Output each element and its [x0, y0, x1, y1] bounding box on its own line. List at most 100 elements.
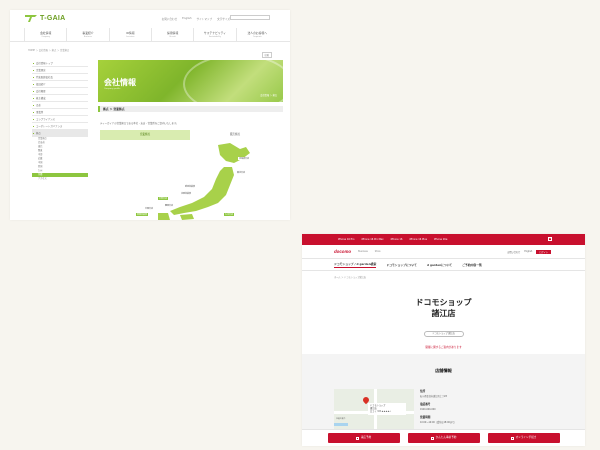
page-banner: 会社情報 Company profile 会社情報 ＞ 拠点	[98, 60, 283, 102]
page-title: 会社情報	[104, 78, 136, 87]
global-nav: ドコモショップ / d garden検索 ドコモショップについて d garde…	[302, 259, 585, 271]
site-logo[interactable]: T-GAIA	[24, 13, 66, 23]
nav-item-about-dgarden[interactable]: d gardenについて	[427, 263, 452, 267]
nav-item-about-shop[interactable]: ドコモショップについて	[386, 263, 417, 267]
map-label[interactable]: 中国支店	[144, 207, 155, 210]
section-description: ティーガイアの営業拠点である本社・支店・営業所をご案内いたします。	[100, 122, 179, 125]
tab-sales-offices[interactable]: 営業拠点	[100, 130, 190, 140]
sidebar-item[interactable]: 沿革	[32, 102, 88, 109]
promo-link[interactable]: iPhone 16	[391, 238, 403, 241]
map-label-box[interactable]: 中部支店	[158, 197, 169, 200]
sidebar-item[interactable]: コンプライアンス	[32, 116, 88, 123]
header-link[interactable]: Store	[375, 250, 381, 253]
header-link[interactable]: お問い合わせ	[507, 250, 520, 254]
nav-item-ir[interactable]: IR情報 Investors	[108, 28, 151, 42]
breadcrumb[interactable]: ホーム ＞ ドコモショップ諸江店	[302, 271, 585, 279]
tab-shops[interactable]: 販売拠点	[190, 130, 280, 140]
nav-sub: Recruit	[169, 36, 176, 38]
banner-tag: 会社情報 ＞ 拠点	[260, 94, 277, 97]
online-procedure-button[interactable]: オンライン手続き	[487, 433, 560, 443]
nav-label: IR情報	[126, 31, 135, 35]
util-link[interactable]: サイトマップ	[197, 17, 213, 21]
header-link[interactable]: English	[524, 250, 532, 254]
sidebar-item[interactable]: コーポレートガバナンス	[32, 123, 88, 130]
promo-link[interactable]: iPhone 16 Pro Max	[361, 238, 383, 241]
nav-item-company[interactable]: 会社情報 Company	[24, 28, 66, 42]
breadcrumb[interactable]: HOME ＞ 会社情報 ＞ 拠点 ＞ 営業拠点	[28, 48, 69, 52]
map-card-meta: 口コミ 3.8 ★★★★☆	[370, 410, 392, 413]
detail-value: 石川県金沢市諸江町上丁28	[420, 395, 447, 398]
nav-label: サステナビリティ	[203, 31, 227, 35]
map-label-box[interactable]: 九州支店	[224, 213, 235, 216]
nav-item-recruit[interactable]: 採用情報 Recruit	[150, 28, 193, 42]
detail-label: 電話番号	[420, 403, 431, 406]
header-right-links: お問い合わせ English ログイン	[507, 250, 551, 254]
nav-sub: Company	[41, 36, 50, 38]
utility-links: お問い合わせ English サイトマップ 文字サイズ	[162, 17, 230, 21]
japan-map: 北海道支店 東北支店 新潟営業所 北陸営業所 中部支店 関西支店 中国支店 四国…	[100, 141, 280, 220]
global-nav: 会社情報 Company 事業紹介 Business IR情報 Investors 採…	[24, 28, 278, 42]
map-label[interactable]: 関西支店	[164, 204, 175, 207]
nav-label: 事業紹介	[82, 31, 94, 35]
nav-sub: Sustainability	[208, 36, 222, 38]
sidebar-item[interactable]: 企業理念	[32, 67, 88, 74]
page-title-en: Company profile	[104, 88, 121, 90]
tgaia-window: T-GAIA お問い合わせ English サイトマップ 文字サイズ 会社情報 C…	[10, 10, 290, 220]
logo-text: T-GAIA	[40, 14, 66, 22]
site-header: T-GAIA お問い合わせ English サイトマップ 文字サイズ 会社情報 C…	[10, 10, 290, 42]
map-label[interactable]: 新潟営業所	[184, 185, 197, 188]
docomo-logo[interactable]: docomo	[334, 249, 351, 254]
shop-name-line1: ドコモショップ	[415, 298, 472, 307]
nav-item-shop-search[interactable]: ドコモショップ / d garden検索	[334, 262, 377, 268]
search-input[interactable]	[230, 15, 270, 20]
sidebar-item[interactable]: 会社情報トップ	[32, 60, 88, 67]
region-shikoku	[180, 214, 194, 220]
promo-link[interactable]: iPhone 16e	[434, 238, 447, 241]
button-label: かんたん事前予約	[435, 436, 457, 439]
map-label-box[interactable]: 四国営業所	[136, 213, 149, 216]
detail-label: 住所	[420, 390, 426, 393]
button-label: オンライン手続き	[515, 436, 537, 439]
promo-link[interactable]: iPhone 16 Plus	[409, 238, 427, 241]
nav-sub: Investors	[126, 36, 135, 38]
region-honshu	[170, 167, 234, 215]
login-button[interactable]: ログイン	[536, 250, 551, 254]
sidebar-subitem[interactable]: アクセス	[32, 177, 88, 181]
map-label[interactable]: 北海道支店	[238, 157, 251, 160]
sticky-footer: 来店予約 かんたん事前予約 オンライン手続き	[302, 429, 585, 446]
util-link[interactable]: 文字サイズ	[217, 17, 230, 21]
clock-icon	[430, 436, 434, 440]
sidebar-item[interactable]: 代表取締役社長	[32, 74, 88, 81]
map-label[interactable]: 東北支店	[236, 171, 247, 174]
nav-item-reservations[interactable]: ご予約内容一覧	[462, 263, 482, 267]
close-icon[interactable]: ×	[548, 237, 552, 241]
detail-value[interactable]: 0120-000-000	[420, 408, 550, 411]
print-button[interactable]: 印刷	[261, 52, 272, 58]
region-kyushu	[158, 213, 170, 220]
quick-reservation-button[interactable]: かんたん事前予約	[407, 433, 480, 443]
nav-item-corporate[interactable]: 法人のお客様へ Corporate	[235, 28, 278, 42]
util-link[interactable]: お問い合わせ	[162, 17, 178, 21]
nav-item-sustainability[interactable]: サステナビリティ Sustainability	[193, 28, 235, 42]
sidebar-item[interactable]: 事業所	[32, 109, 88, 116]
nav-label: 法人のお客様へ	[247, 31, 268, 35]
promo-link[interactable]: iPhone 16 Pro	[338, 238, 354, 241]
region-hokkaido	[218, 143, 250, 163]
map-label: 北陸大通り	[336, 418, 346, 420]
nav-sub: Corporate	[252, 36, 262, 38]
sidebar-item-active[interactable]: 拠点	[32, 130, 88, 137]
map-label[interactable]: 北陸営業所	[180, 192, 193, 195]
nav-item-business[interactable]: 事業紹介 Business	[66, 28, 108, 42]
sidebar-item[interactable]: 役員紹介	[32, 81, 88, 88]
button-label: 来店予約	[360, 436, 372, 439]
visit-reservation-button[interactable]: 来店予約	[327, 433, 400, 443]
shop-name-line2: 諸江店	[431, 309, 456, 318]
header-link[interactable]: Business	[358, 250, 368, 253]
notice-link[interactable]: 開催に関するご案内があります	[302, 345, 585, 349]
sidebar-item[interactable]: 株主構成	[32, 95, 88, 102]
sidebar-item[interactable]: 会社概要	[32, 88, 88, 95]
map-info-card[interactable]: ドコモショップ 諸江店 口コミ 3.8 ★★★★☆	[368, 403, 406, 415]
shop-pill-button[interactable]: ドコモショップ 諸江店	[423, 331, 464, 337]
calendar-icon	[355, 436, 359, 440]
util-link[interactable]: English	[182, 17, 191, 21]
